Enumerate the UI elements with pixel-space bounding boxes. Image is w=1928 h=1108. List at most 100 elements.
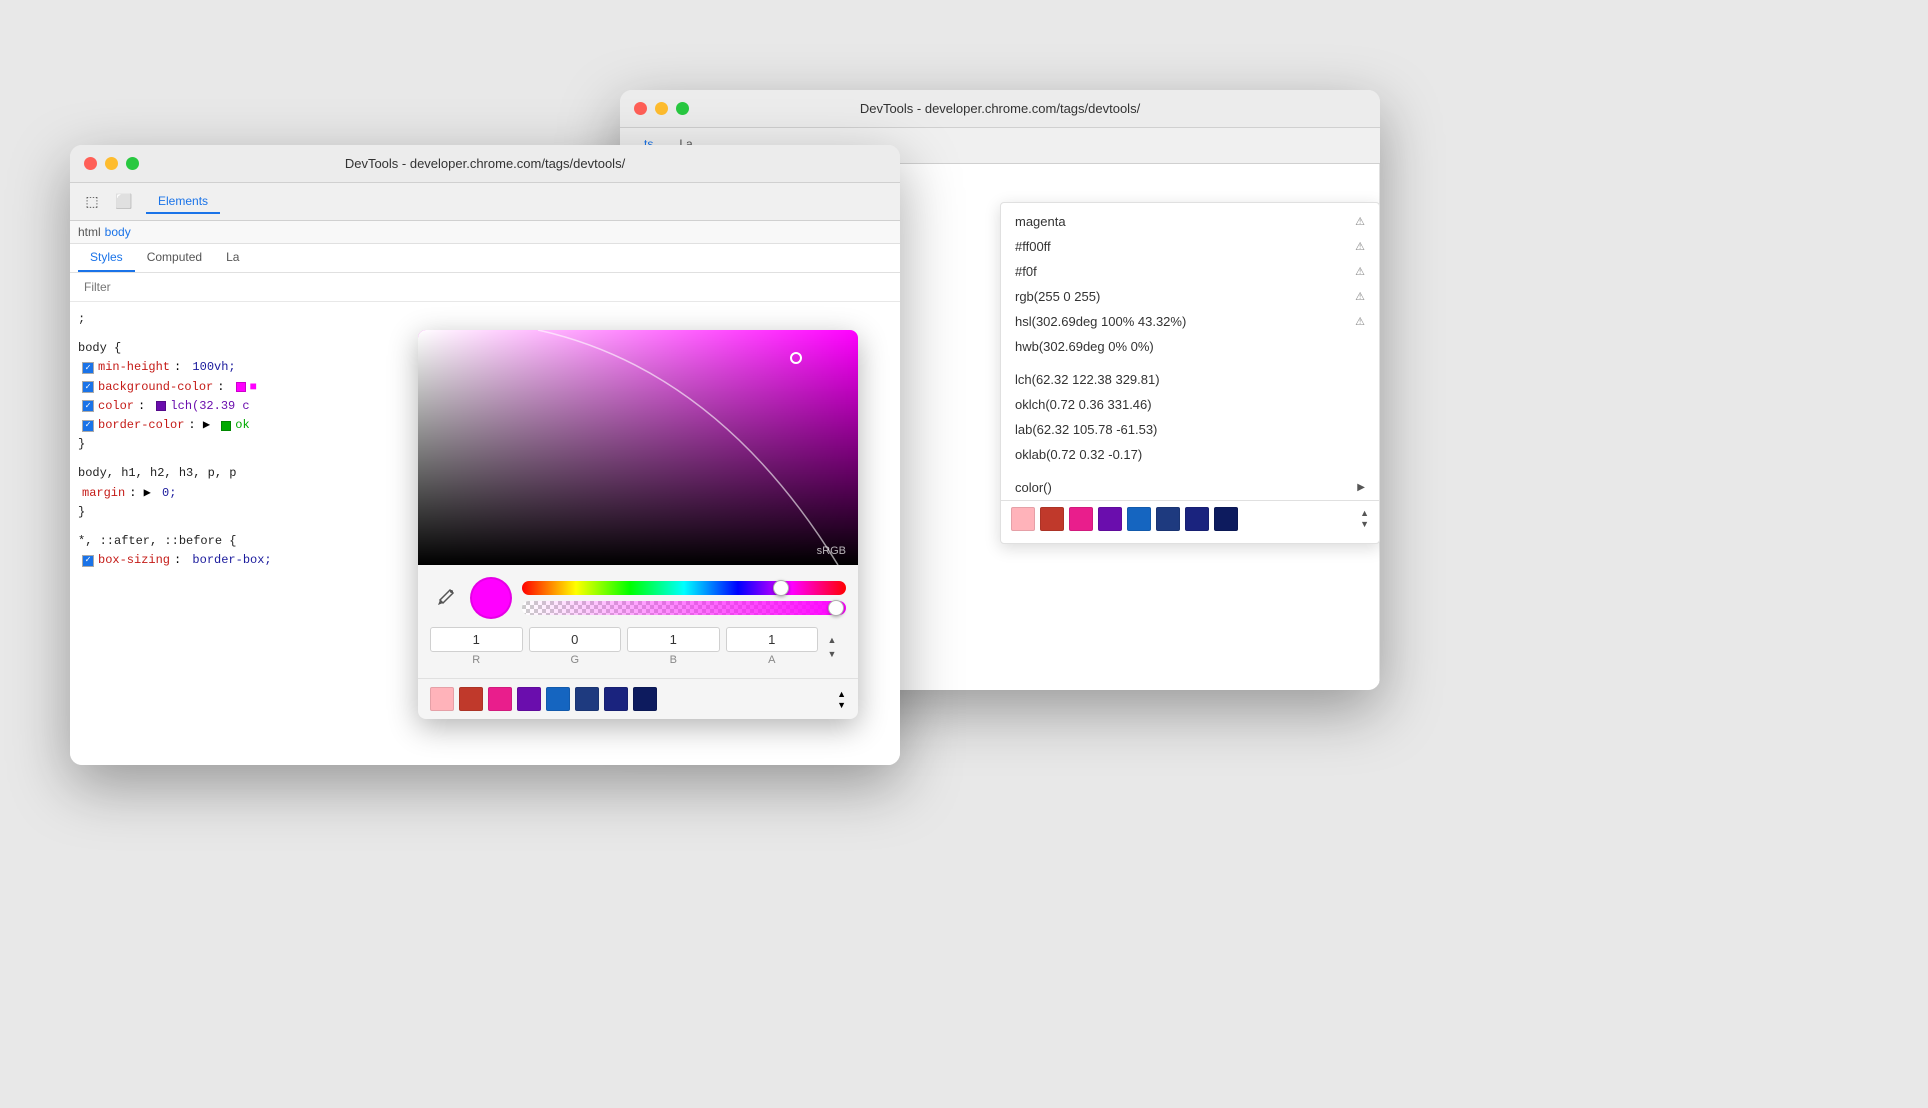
css-rule-0: ;	[78, 310, 892, 329]
back-swatch-1[interactable]	[1040, 507, 1064, 531]
filter-input[interactable]	[78, 277, 892, 297]
color-gradient-area[interactable]: sRGB	[418, 330, 858, 565]
dropdown-label-lch: lch(62.32 122.38 329.81)	[1015, 372, 1160, 387]
eyedropper-button[interactable]	[430, 583, 460, 613]
maximize-button-back[interactable]	[676, 102, 689, 115]
close-button-front[interactable]	[84, 157, 97, 170]
hue-slider[interactable]	[522, 581, 846, 595]
dropdown-label-f0f: #f0f	[1015, 264, 1037, 279]
window-title-back: DevTools - developer.chrome.com/tags/dev…	[860, 101, 1140, 116]
minimize-button-front[interactable]	[105, 157, 118, 170]
prop-color: color	[98, 397, 134, 416]
val-boxsizing: border-box;	[192, 551, 271, 570]
r-label: R	[472, 654, 480, 666]
back-swatches-arrows[interactable]: ▲ ▼	[1360, 508, 1369, 529]
checkbox-boxsizing[interactable]: ✓	[82, 555, 94, 567]
checkbox-border[interactable]: ✓	[82, 420, 94, 432]
g-input-group: G	[529, 627, 622, 666]
back-swatch-7[interactable]	[1214, 507, 1238, 531]
dropdown-item-color[interactable]: color() ▶	[1001, 475, 1379, 500]
dropdown-item-hsl[interactable]: hsl(302.69deg 100% 43.32%) ⚠	[1001, 309, 1379, 334]
device-icon[interactable]: ⬜	[110, 188, 138, 216]
filter-bar	[70, 273, 900, 302]
close-button-back[interactable]	[634, 102, 647, 115]
color-picker-popup: sRGB	[418, 330, 858, 719]
crumb-html[interactable]: html	[78, 225, 101, 239]
dropdown-item-rgb[interactable]: rgb(255 0 255) ⚠	[1001, 284, 1379, 309]
back-color-swatches: ▲ ▼	[1001, 500, 1379, 537]
toolbar-tabs-front: Elements	[146, 190, 220, 214]
srgb-label: sRGB	[817, 545, 846, 557]
swatch-2[interactable]	[488, 687, 512, 711]
checkbox-minheight[interactable]: ✓	[82, 362, 94, 374]
breadcrumb: html body	[70, 221, 900, 244]
alpha-thumb	[828, 600, 844, 616]
prop-boxsizing: box-sizing	[98, 551, 170, 570]
maximize-button-front[interactable]	[126, 157, 139, 170]
back-swatch-arrow-up[interactable]: ▲	[1360, 508, 1369, 518]
swatch-7[interactable]	[633, 687, 657, 711]
channels-arrow-up[interactable]: ▲	[824, 634, 840, 646]
warn-icon-ff00ff: ⚠	[1355, 240, 1365, 253]
dropdown-label-oklab: oklab(0.72 0.32 -0.17)	[1015, 447, 1142, 462]
dropdown-item-hwb[interactable]: hwb(302.69deg 0% 0%)	[1001, 334, 1379, 359]
warn-icon-hsl: ⚠	[1355, 315, 1365, 328]
minimize-button-back[interactable]	[655, 102, 668, 115]
tab-computed[interactable]: Computed	[135, 244, 214, 272]
dropdown-label-ff00ff: #ff00ff	[1015, 239, 1051, 254]
back-swatch-2[interactable]	[1069, 507, 1093, 531]
back-swatch-0[interactable]	[1011, 507, 1035, 531]
dropdown-item-lch[interactable]: lch(62.32 122.38 329.81)	[1001, 367, 1379, 392]
val-margin: 0;	[162, 484, 176, 503]
color-swatches-row: ▲ ▼	[418, 678, 858, 719]
color-swatch-bgcolor[interactable]	[236, 382, 246, 392]
dropdown-item-oklch[interactable]: oklch(0.72 0.36 331.46)	[1001, 392, 1379, 417]
dropdown-item-lab[interactable]: lab(62.32 105.78 -61.53)	[1001, 417, 1379, 442]
dropdown-item-ff00ff[interactable]: #ff00ff ⚠	[1001, 234, 1379, 259]
tab-elements-front[interactable]: Elements	[146, 190, 220, 214]
back-swatch-arrow-down[interactable]: ▼	[1360, 519, 1369, 529]
a-input[interactable]	[726, 627, 819, 652]
swatch-4[interactable]	[546, 687, 570, 711]
channels-arrow-down[interactable]: ▼	[824, 648, 840, 660]
cursor-icon[interactable]: ⬚	[78, 188, 106, 216]
rule-0-brace: ;	[78, 312, 85, 326]
val-bgcolor: ■	[250, 378, 257, 397]
prop-border: border-color	[98, 416, 184, 435]
tab-la[interactable]: La	[214, 244, 251, 272]
swatch-1[interactable]	[459, 687, 483, 711]
prop-bgcolor: background-color	[98, 378, 213, 397]
dropdown-item-oklab[interactable]: oklab(0.72 0.32 -0.17)	[1001, 442, 1379, 467]
checkbox-bgcolor[interactable]: ✓	[82, 381, 94, 393]
swatch-5[interactable]	[575, 687, 599, 711]
checkbox-color[interactable]: ✓	[82, 400, 94, 412]
dropdown-item-f0f[interactable]: #f0f ⚠	[1001, 259, 1379, 284]
swatch-arrow-down[interactable]: ▼	[837, 700, 846, 710]
swatch-arrow-up[interactable]: ▲	[837, 689, 846, 699]
g-input[interactable]	[529, 627, 622, 652]
back-swatch-5[interactable]	[1156, 507, 1180, 531]
dropdown-divider-1	[1001, 359, 1379, 367]
tab-styles[interactable]: Styles	[78, 244, 135, 272]
dropdown-label-hsl: hsl(302.69deg 100% 43.32%)	[1015, 314, 1186, 329]
alpha-slider[interactable]	[522, 601, 846, 615]
dropdown-label-rgb: rgb(255 0 255)	[1015, 289, 1100, 304]
color-swatch-color[interactable]	[156, 401, 166, 411]
r-input[interactable]	[430, 627, 523, 652]
dropdown-label-color: color()	[1015, 480, 1052, 495]
crumb-body[interactable]: body	[105, 225, 131, 239]
swatches-arrows[interactable]: ▲ ▼	[837, 689, 846, 710]
back-swatch-3[interactable]	[1098, 507, 1122, 531]
back-swatch-4[interactable]	[1127, 507, 1151, 531]
back-swatch-6[interactable]	[1185, 507, 1209, 531]
color-picker-crosshair	[790, 352, 802, 364]
sliders-area	[522, 581, 846, 615]
swatch-0[interactable]	[430, 687, 454, 711]
g-label: G	[570, 654, 579, 666]
title-bar-back: DevTools - developer.chrome.com/tags/dev…	[620, 90, 1380, 128]
swatch-3[interactable]	[517, 687, 541, 711]
color-swatch-border[interactable]	[221, 421, 231, 431]
b-input[interactable]	[627, 627, 720, 652]
dropdown-item-magenta[interactable]: magenta ⚠	[1001, 209, 1379, 234]
swatch-6[interactable]	[604, 687, 628, 711]
